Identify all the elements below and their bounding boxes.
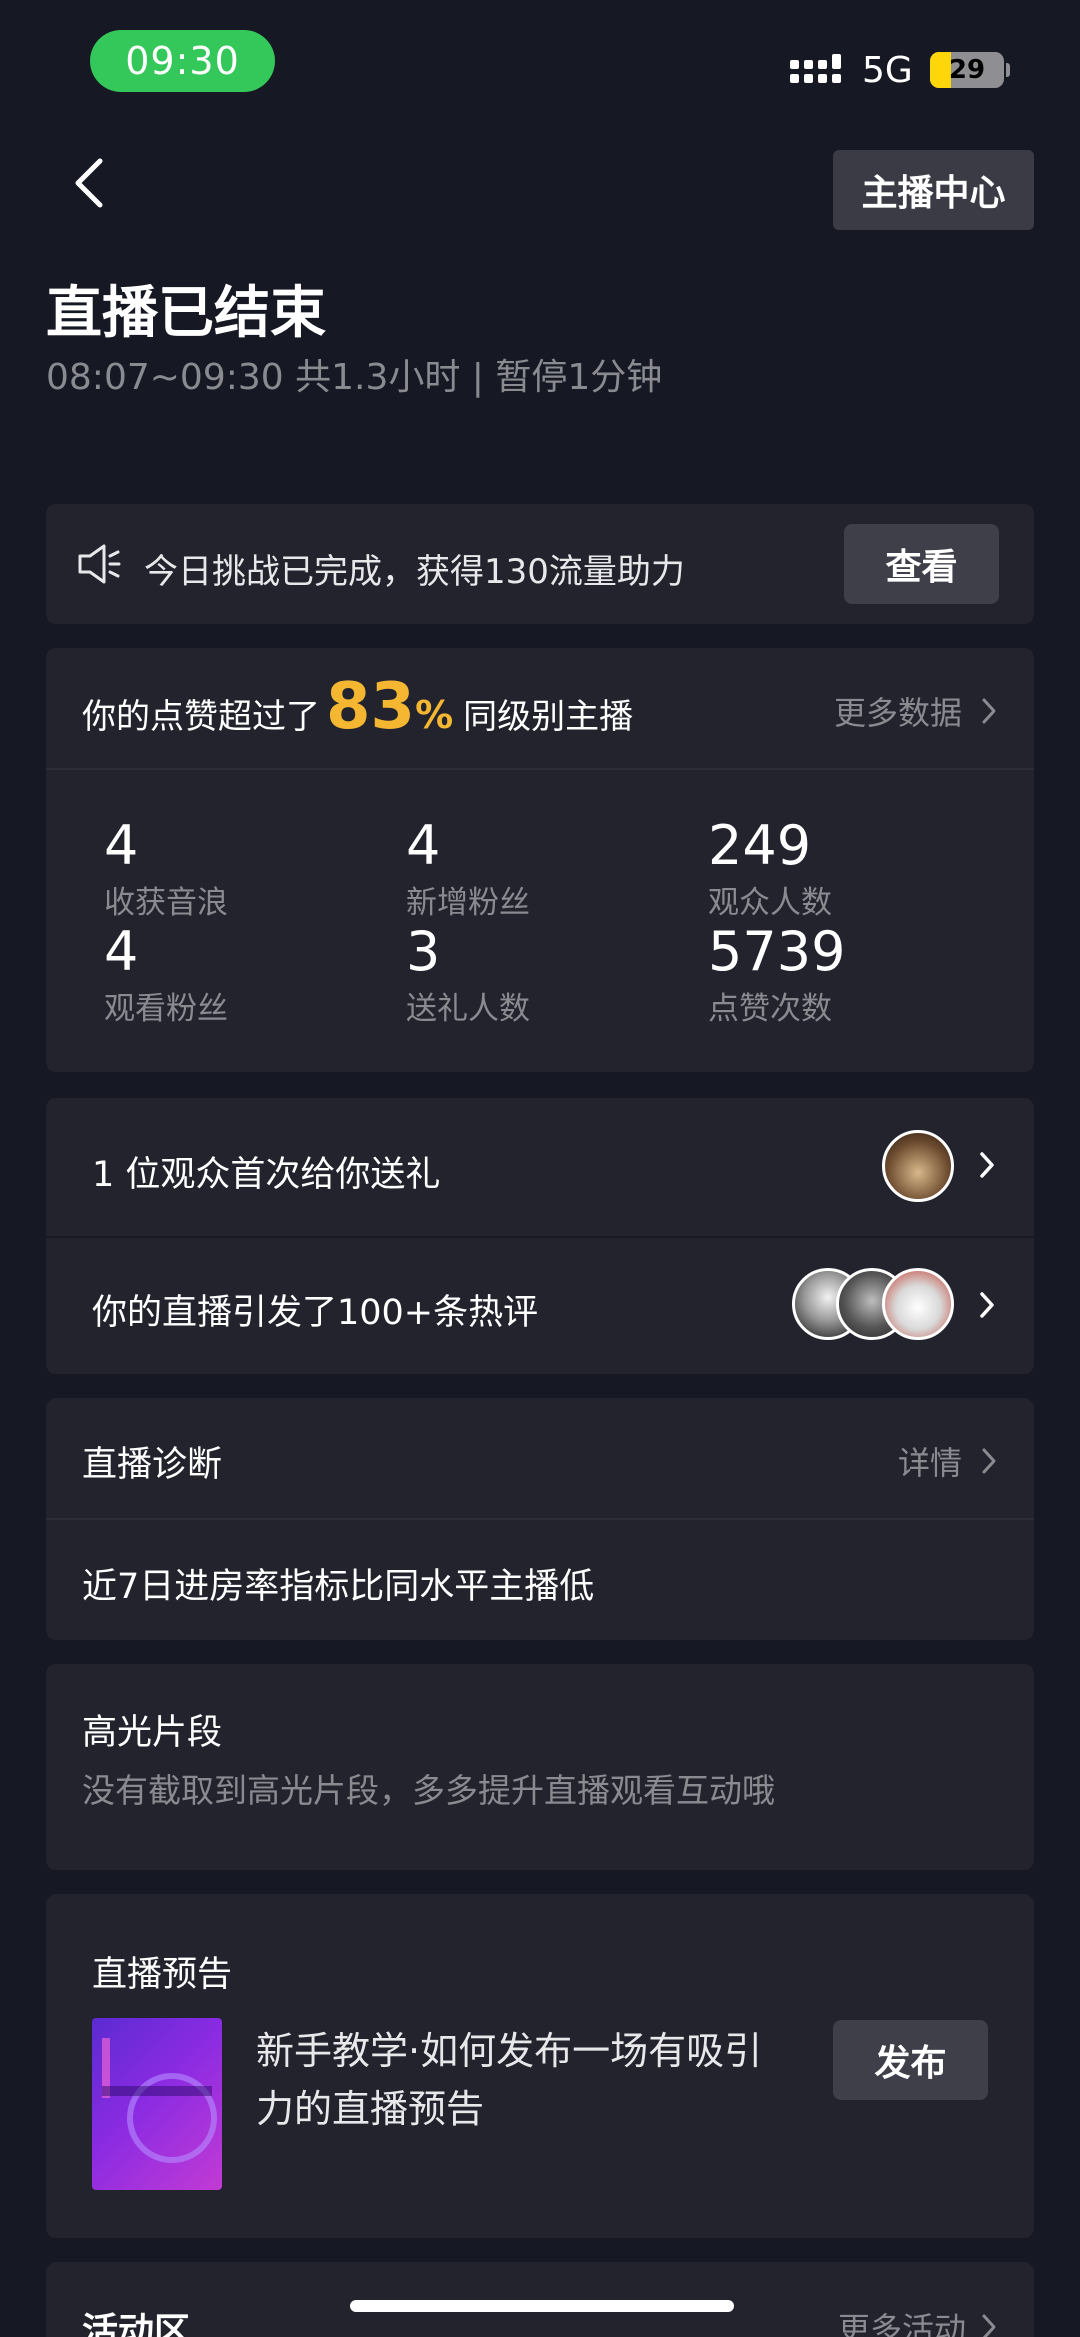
challenge-card: 今日挑战已完成，获得130流量助力 查看 xyxy=(46,504,1034,624)
battery-level: 29 xyxy=(948,55,986,85)
stat-item: 5739 点赞次数 xyxy=(708,920,845,1028)
more-activities-label: 更多活动 xyxy=(837,2310,966,2337)
likes-suffix: 同级别主播 xyxy=(463,697,634,737)
highlight-title: 高光片段 xyxy=(82,1713,223,1753)
stat-value: 3 xyxy=(406,920,441,983)
gift-notification-row[interactable]: 1 位观众首次给你送礼 xyxy=(46,1098,1034,1236)
preview-card: 直播预告 新手教学·如何发布一场有吸引力的直播预告 发布 xyxy=(46,1894,1034,2238)
stats-card: 你的点赞超过了 83 % 同级别主播 更多数据 4 收获音浪 4 新增粉丝 24… xyxy=(46,648,1034,1072)
status-time: 09:30 xyxy=(90,30,275,92)
avatar xyxy=(882,1268,954,1340)
diagnosis-card: 直播诊断 详情 近7日进房率指标比同水平主播低 xyxy=(46,1398,1034,1640)
chevron-right-icon xyxy=(982,1448,996,1474)
stat-label: 送礼人数 xyxy=(406,991,530,1027)
stat-item: 249 观众人数 xyxy=(708,814,832,922)
host-center-button[interactable]: 主播中心 xyxy=(833,150,1034,230)
gift-text: 1 位观众首次给你送礼 xyxy=(92,1155,441,1195)
network-type: 5G xyxy=(862,50,913,91)
likes-prefix: 你的点赞超过了 xyxy=(82,697,320,737)
back-icon[interactable] xyxy=(70,155,110,211)
stat-label: 观看粉丝 xyxy=(104,991,228,1027)
activity-title: 活动区 xyxy=(82,2311,191,2337)
stat-value: 4 xyxy=(406,814,441,877)
page-title: 直播已结束 xyxy=(46,281,326,346)
chevron-right-icon xyxy=(980,1292,994,1318)
signal-icon xyxy=(790,54,841,83)
stat-value: 4 xyxy=(104,920,139,983)
home-indicator[interactable] xyxy=(350,2300,734,2312)
stat-value: 5739 xyxy=(708,920,846,983)
comments-text: 你的直播引发了100+条热评 xyxy=(92,1293,539,1333)
live-duration: 08:07~09:30 共1.3小时 | 暂停1分钟 xyxy=(46,357,663,398)
stat-label: 观众人数 xyxy=(708,885,832,921)
diagnosis-text: 近7日进房率指标比同水平主播低 xyxy=(82,1567,595,1607)
diagnosis-detail-link[interactable]: 详情 xyxy=(898,1438,998,1484)
preview-title: 直播预告 xyxy=(92,1955,233,1995)
stat-item: 4 新增粉丝 xyxy=(406,814,530,922)
stat-label: 新增粉丝 xyxy=(406,885,530,921)
stat-label: 收获音浪 xyxy=(104,885,228,921)
battery-tip xyxy=(1006,63,1010,77)
publish-button[interactable]: 发布 xyxy=(833,2020,988,2100)
more-data-label: 更多数据 xyxy=(833,694,962,732)
chevron-right-icon xyxy=(980,1152,994,1178)
divider xyxy=(46,1518,1034,1520)
stat-label: 点赞次数 xyxy=(708,991,832,1027)
more-data-link[interactable]: 更多数据 xyxy=(834,688,998,734)
avatar xyxy=(882,1130,954,1202)
stat-value: 249 xyxy=(708,814,812,877)
likes-percent-sign: % xyxy=(415,693,454,737)
battery-icon: 29 xyxy=(930,52,1004,88)
speaker-icon xyxy=(78,544,121,584)
likes-summary: 你的点赞超过了 83 % 同级别主播 xyxy=(82,670,633,744)
stat-item: 4 观看粉丝 xyxy=(104,920,228,1028)
stat-item: 4 收获音浪 xyxy=(104,814,228,922)
likes-percent: 83 xyxy=(326,670,416,744)
comments-notification-row[interactable]: 你的直播引发了100+条热评 xyxy=(46,1238,1034,1374)
stat-item: 3 送礼人数 xyxy=(406,920,530,1028)
challenge-text: 今日挑战已完成，获得130流量助力 xyxy=(144,552,685,592)
preview-thumbnail[interactable] xyxy=(92,2018,222,2190)
chevron-right-icon xyxy=(982,2314,996,2337)
stat-value: 4 xyxy=(104,814,139,877)
divider xyxy=(46,768,1034,770)
highlight-card: 高光片段 没有截取到高光片段，多多提升直播观看互动哦 xyxy=(46,1664,1034,1870)
more-activities-link[interactable]: 更多活动 xyxy=(838,2304,998,2337)
thumbnail-art xyxy=(102,2038,217,2163)
view-button[interactable]: 查看 xyxy=(844,524,999,604)
detail-label: 详情 xyxy=(897,1444,962,1482)
chevron-right-icon xyxy=(982,698,996,724)
preview-text: 新手教学·如何发布一场有吸引力的直播预告 xyxy=(256,2029,763,2131)
diagnosis-title: 直播诊断 xyxy=(82,1445,223,1485)
highlight-desc: 没有截取到高光片段，多多提升直播观看互动哦 xyxy=(82,1771,775,1810)
